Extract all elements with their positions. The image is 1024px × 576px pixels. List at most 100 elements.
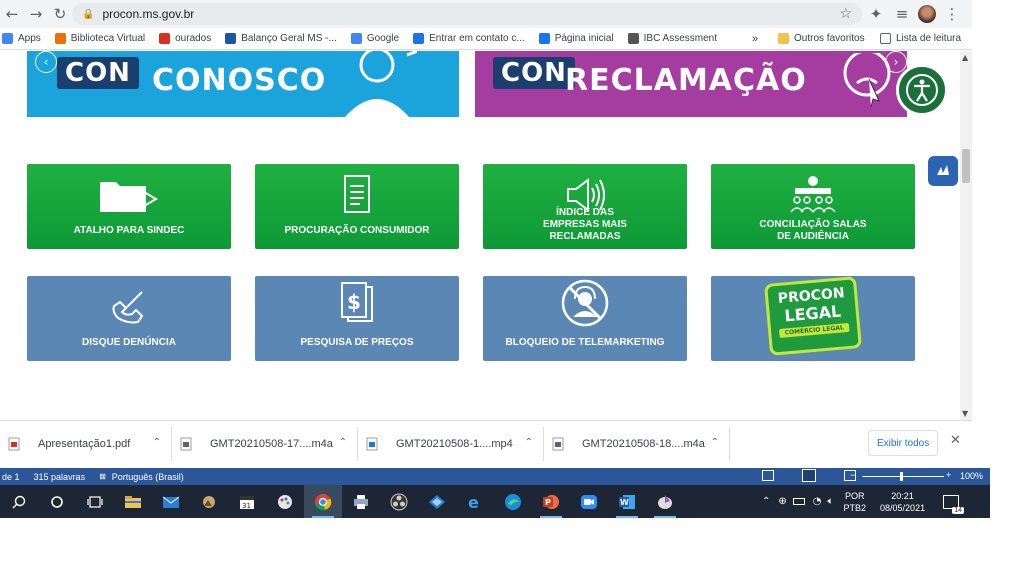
lock-icon[interactable]: 🔒 [82, 9, 94, 20]
file-explorer-icon[interactable] [114, 485, 152, 518]
bookmark-star-icon[interactable]: ☆ [839, 6, 852, 22]
chrome-icon[interactable] [304, 485, 342, 518]
print-layout-icon[interactable] [802, 469, 816, 482]
word-icon[interactable]: W [608, 485, 646, 518]
svg-text:e: e [468, 493, 479, 511]
zoom-in-button[interactable]: + [946, 470, 951, 480]
language-label[interactable]: Português (Brasil) [112, 472, 184, 482]
menu-kebab-icon[interactable]: ⋮ [942, 2, 962, 26]
banner-tag: CON [57, 57, 139, 89]
zoom-out-button[interactable]: − [850, 470, 855, 480]
service-tile[interactable]: ATALHO PARA SINDEC [27, 164, 231, 249]
edge-icon[interactable] [494, 485, 532, 518]
bookmark-item[interactable]: Biblioteca Virtual [54, 33, 145, 44]
clock[interactable]: 20:21 08/05/2021 [880, 490, 925, 514]
page-count: de 1 [2, 471, 20, 482]
reading-list-button[interactable]: Lista de leitura [880, 33, 961, 44]
read-mode-icon[interactable] [762, 470, 774, 481]
service-tile[interactable]: $ PESQUISA DE PREÇOS [255, 276, 459, 361]
chevron-up-icon[interactable]: ⌃ [339, 437, 347, 448]
address-bar[interactable]: 🔒 procon.ms.gov.br ☆ [72, 3, 862, 25]
cortana-icon[interactable] [38, 485, 76, 518]
download-item[interactable]: GMT20210508-1....mp4 ⌃ [358, 426, 544, 461]
other-bookmarks-folder[interactable]: Outros favoritos [778, 33, 865, 44]
service-tile[interactable]: BLOQUEIO DE TELEMARKETING [483, 276, 687, 361]
photos-icon[interactable] [190, 485, 228, 518]
banner-reclamacao[interactable]: CON RECLAMAÇÃO › [475, 51, 907, 117]
volume-icon[interactable]: 🔈︎ [828, 496, 834, 507]
input-language[interactable]: POR PTB2 [844, 490, 867, 514]
scroll-down-icon[interactable]: ▼ [962, 409, 968, 418]
bookmark-item[interactable]: Entrar em contato c... [413, 33, 525, 44]
word-count[interactable]: 315 palavras [34, 472, 86, 482]
vpn-icon[interactable] [418, 485, 456, 518]
obs-icon[interactable] [380, 485, 418, 518]
task-view-icon[interactable] [76, 485, 114, 518]
reload-icon[interactable]: ↻ [48, 2, 72, 26]
svg-text:W: W [620, 498, 629, 507]
extensions-icon[interactable]: ✦ [866, 2, 886, 26]
globe-icon [413, 33, 425, 44]
service-tile[interactable]: PROCON LEGAL COMÉRCIO LEGAL [711, 276, 915, 361]
back-icon[interactable]: ← [0, 2, 24, 26]
battery-icon[interactable] [792, 498, 805, 505]
scroll-thumb[interactable] [962, 149, 970, 183]
chevron-up-icon[interactable]: ⌃ [525, 437, 533, 448]
bookmark-item[interactable]: Página inicial [538, 33, 614, 44]
service-tile[interactable]: ÍNDICE DAS EMPRESAS MAIS RECLAMADAS [483, 164, 687, 249]
internet-explorer-icon[interactable]: e [456, 485, 494, 518]
page-scrollbar[interactable]: ▲ ▼ [960, 51, 972, 420]
powerpoint-icon[interactable]: P [532, 485, 570, 518]
search-icon[interactable] [0, 485, 38, 518]
svg-text:P: P [545, 498, 551, 507]
banner-fale-conosco[interactable]: ‹ CON CONOSCO [27, 51, 459, 117]
bookmark-item[interactable]: IBC Assessment [627, 33, 717, 44]
tray-chevron-icon[interactable]: ⌃ [762, 496, 770, 507]
download-item[interactable]: GMT20210508-17....m4a ⌃ [172, 426, 358, 461]
accessibility-button[interactable] [896, 64, 948, 116]
printer-app-icon[interactable] [342, 485, 380, 518]
library-icon [54, 33, 66, 44]
network-status-icon[interactable]: ⊕ [778, 496, 786, 507]
accessibility-icon [906, 74, 938, 106]
bookmark-item[interactable]: Google [350, 33, 399, 44]
zoom-icon[interactable] [570, 485, 608, 518]
download-item[interactable]: Apresentação1.pdf ⌃ [0, 426, 172, 461]
wifi-icon[interactable]: ◔ [813, 496, 822, 507]
zoom-slider[interactable] [862, 476, 944, 477]
chevron-up-icon[interactable]: ⌃ [153, 437, 161, 448]
bookmark-item[interactable]: Apps [2, 33, 41, 44]
tile-label: ATALHO PARA SINDEC [73, 225, 185, 236]
download-item[interactable]: GMT20210508-18....m4a ⌃ [544, 426, 730, 461]
service-tile[interactable]: PROCURAÇÃO CONSUMIDOR [255, 164, 459, 249]
mail-icon[interactable] [152, 485, 190, 518]
proofing-icon[interactable]: ⊠ [99, 472, 106, 481]
paint3d-icon[interactable] [646, 485, 684, 518]
sign-language-button[interactable] [928, 156, 958, 186]
forward-icon[interactable]: → [24, 2, 48, 26]
notification-count: 14 [952, 506, 965, 514]
close-downloads-icon[interactable]: ✕ [950, 433, 961, 448]
scroll-up-icon[interactable]: ▲ [962, 53, 968, 62]
svg-text:31: 31 [242, 502, 251, 510]
zoom-slider-thumb[interactable] [900, 472, 903, 481]
browser-window: ← → ↻ 🔒 procon.ms.gov.br ☆ ✦ ≡ ⋮ Apps Bib… [0, 0, 990, 518]
bookmark-item[interactable]: Balanço Geral MS -... [225, 33, 337, 44]
calendar-icon[interactable]: 31 [228, 485, 266, 518]
profile-avatar[interactable] [918, 5, 936, 23]
service-tile[interactable]: DISQUE DENÚNCIA [27, 276, 231, 361]
bookmarks-more-button[interactable]: » [752, 33, 758, 45]
media-icon[interactable]: ≡ [892, 2, 912, 26]
bookmark-label: Balanço Geral MS -... [241, 33, 337, 44]
toolbar: ← → ↻ 🔒 procon.ms.gov.br ☆ ✦ ≡ ⋮ [0, 0, 972, 28]
carousel-prev-icon[interactable]: ‹ [35, 51, 57, 73]
paint-icon[interactable] [266, 485, 304, 518]
banner-title: RECLAMAÇÃO [565, 63, 807, 98]
notifications-icon[interactable]: 14 [943, 494, 965, 514]
bookmark-item[interactable]: ourados [159, 33, 211, 44]
show-all-downloads-button[interactable]: Exibir todos [868, 430, 939, 456]
zoom-level[interactable]: 100% [960, 471, 983, 481]
service-tile[interactable]: CONCILIAÇÃO SALAS DE AUDIÊNCIA [711, 164, 915, 249]
chevron-up-icon[interactable]: ⌃ [711, 437, 719, 448]
hands-icon [937, 165, 949, 175]
